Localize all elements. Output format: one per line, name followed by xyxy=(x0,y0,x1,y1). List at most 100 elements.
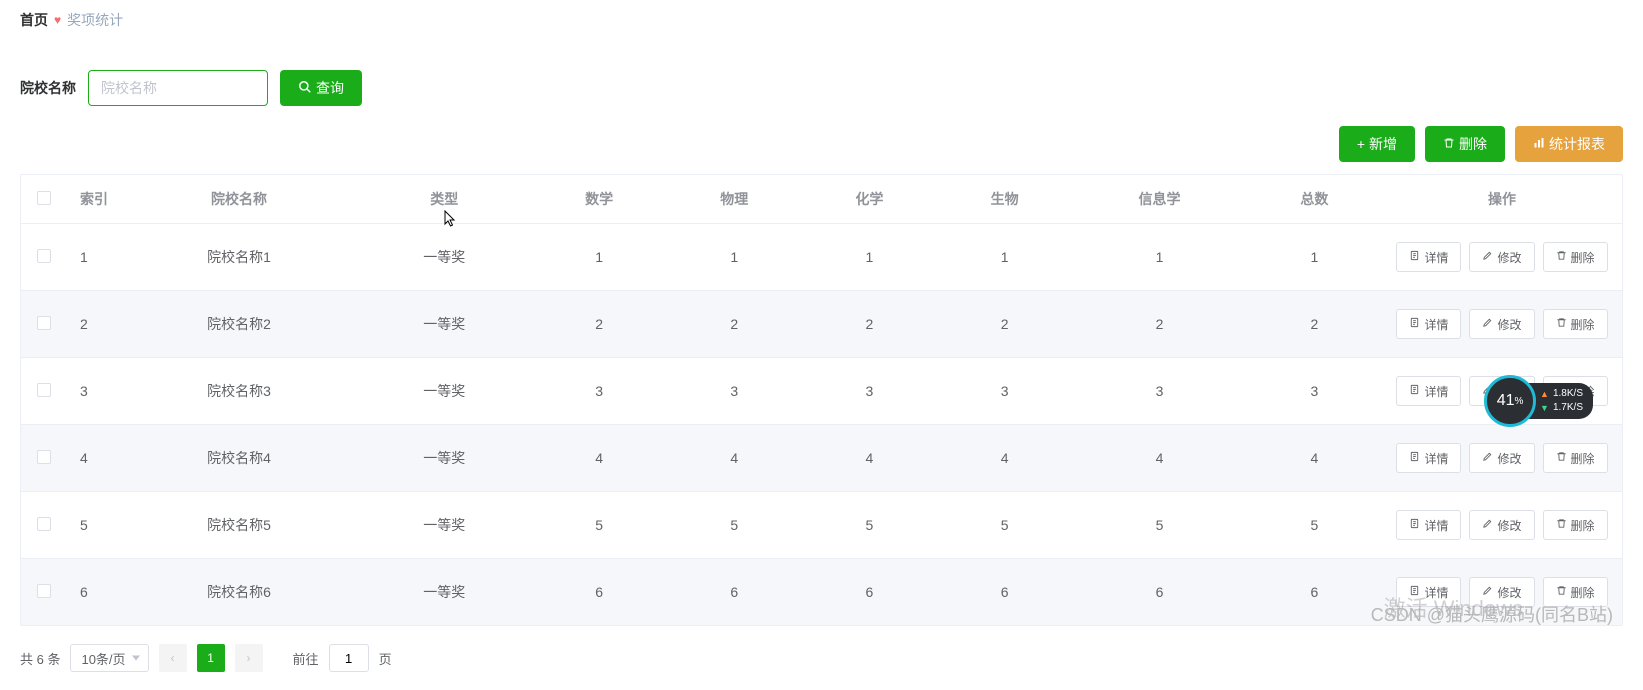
row-checkbox[interactable] xyxy=(37,316,51,330)
detail-label: 详情 xyxy=(1424,383,1448,400)
cell-index: 1 xyxy=(66,224,121,291)
cell-type: 一等奖 xyxy=(357,492,532,559)
cell-total: 2 xyxy=(1247,291,1382,358)
report-button[interactable]: 统计报表 xyxy=(1515,126,1623,162)
detail-button[interactable]: 详情 xyxy=(1396,510,1461,540)
page-jump-input[interactable] xyxy=(329,644,369,672)
edit-icon xyxy=(1482,250,1493,264)
detail-button[interactable]: 详情 xyxy=(1396,577,1461,607)
edit-icon xyxy=(1482,451,1493,465)
edit-button[interactable]: 修改 xyxy=(1469,309,1534,339)
table-row: 1院校名称1一等奖111111详情修改删除 xyxy=(21,224,1622,291)
breadcrumb: 首页 ♥ 奖项统计 xyxy=(20,0,1623,40)
delete-button[interactable]: 删除 xyxy=(1543,577,1608,607)
delete-button[interactable]: 删除 xyxy=(1543,443,1608,473)
header-type: 类型 xyxy=(357,175,532,224)
cell-informatics: 4 xyxy=(1072,425,1247,492)
edit-button[interactable]: 修改 xyxy=(1469,376,1534,406)
cell-type: 一等奖 xyxy=(357,425,532,492)
heart-icon: ♥ xyxy=(54,13,61,27)
table-row: 3院校名称3一等奖333333详情修改删除 xyxy=(21,358,1622,425)
breadcrumb-home[interactable]: 首页 xyxy=(20,10,48,30)
cell-type: 一等奖 xyxy=(357,559,532,626)
delete-label: 删除 xyxy=(1571,249,1595,266)
document-icon xyxy=(1409,518,1420,532)
cell-index: 2 xyxy=(66,291,121,358)
cell-physics: 1 xyxy=(667,224,802,291)
row-checkbox[interactable] xyxy=(37,584,51,598)
batch-delete-button[interactable]: 删除 xyxy=(1425,126,1505,162)
school-name-input[interactable] xyxy=(88,70,268,106)
search-button[interactable]: 查询 xyxy=(280,70,362,106)
cell-physics: 4 xyxy=(667,425,802,492)
row-checkbox[interactable] xyxy=(37,517,51,531)
row-checkbox[interactable] xyxy=(37,450,51,464)
cell-biology: 3 xyxy=(937,358,1072,425)
cell-informatics: 3 xyxy=(1072,358,1247,425)
delete-button[interactable]: 删除 xyxy=(1543,242,1608,272)
detail-button[interactable]: 详情 xyxy=(1396,242,1461,272)
cell-math: 3 xyxy=(532,358,667,425)
cell-school: 院校名称6 xyxy=(121,559,357,626)
report-button-label: 统计报表 xyxy=(1549,134,1605,154)
cell-index: 4 xyxy=(66,425,121,492)
add-button-label: 新增 xyxy=(1369,134,1397,154)
select-all-checkbox[interactable] xyxy=(37,191,51,205)
detail-button[interactable]: 详情 xyxy=(1396,309,1461,339)
delete-button[interactable]: 删除 xyxy=(1543,510,1608,540)
row-checkbox[interactable] xyxy=(37,383,51,397)
table-header-row: 索引 院校名称 类型 数学 物理 化学 生物 信息学 总数 操作 xyxy=(21,175,1622,224)
cell-physics: 5 xyxy=(667,492,802,559)
chart-icon xyxy=(1533,136,1545,152)
detail-label: 详情 xyxy=(1424,584,1448,601)
table-row: 4院校名称4一等奖444444详情修改删除 xyxy=(21,425,1622,492)
document-icon xyxy=(1409,384,1420,398)
cell-type: 一等奖 xyxy=(357,224,532,291)
edit-label: 修改 xyxy=(1497,316,1521,333)
cell-physics: 2 xyxy=(667,291,802,358)
edit-label: 修改 xyxy=(1497,517,1521,534)
prev-page-button[interactable]: ‹ xyxy=(159,644,187,672)
page-size-select[interactable]: 10条/页 xyxy=(70,644,148,672)
jump-suffix: 页 xyxy=(379,649,392,668)
delete-label: 删除 xyxy=(1571,584,1595,601)
search-row: 院校名称 查询 xyxy=(20,40,1623,126)
cell-physics: 6 xyxy=(667,559,802,626)
cell-chemistry: 2 xyxy=(802,291,937,358)
jump-prefix: 前往 xyxy=(293,649,319,668)
search-label: 院校名称 xyxy=(20,78,76,98)
add-button[interactable]: + 新增 xyxy=(1339,126,1415,162)
cell-total: 6 xyxy=(1247,559,1382,626)
edit-button[interactable]: 修改 xyxy=(1469,577,1534,607)
header-ops: 操作 xyxy=(1382,175,1622,224)
detail-button[interactable]: 详情 xyxy=(1396,376,1461,406)
edit-icon xyxy=(1482,384,1493,398)
cell-chemistry: 3 xyxy=(802,358,937,425)
cell-math: 2 xyxy=(532,291,667,358)
next-page-button[interactable]: › xyxy=(235,644,263,672)
cell-chemistry: 1 xyxy=(802,224,937,291)
table-row: 5院校名称5一等奖555555详情修改删除 xyxy=(21,492,1622,559)
edit-button[interactable]: 修改 xyxy=(1469,443,1534,473)
data-table: 索引 院校名称 类型 数学 物理 化学 生物 信息学 总数 操作 1院校名称1一… xyxy=(20,174,1623,626)
delete-button[interactable]: 删除 xyxy=(1543,309,1608,339)
detail-button[interactable]: 详情 xyxy=(1396,443,1461,473)
row-checkbox[interactable] xyxy=(37,249,51,263)
document-icon xyxy=(1409,317,1420,331)
cell-informatics: 6 xyxy=(1072,559,1247,626)
header-total: 总数 xyxy=(1247,175,1382,224)
page-1-button[interactable]: 1 xyxy=(197,644,225,672)
edit-label: 修改 xyxy=(1497,584,1521,601)
chevron-left-icon: ‹ xyxy=(171,651,175,665)
edit-button[interactable]: 修改 xyxy=(1469,510,1534,540)
cell-chemistry: 5 xyxy=(802,492,937,559)
delete-button[interactable]: 删除 xyxy=(1543,376,1608,406)
delete-label: 删除 xyxy=(1571,450,1595,467)
cell-informatics: 2 xyxy=(1072,291,1247,358)
table-row: 2院校名称2一等奖222222详情修改删除 xyxy=(21,291,1622,358)
edit-icon xyxy=(1482,518,1493,532)
document-icon xyxy=(1409,585,1420,599)
table-row: 6院校名称6一等奖666666详情修改删除 xyxy=(21,559,1622,626)
edit-button[interactable]: 修改 xyxy=(1469,242,1534,272)
cell-school: 院校名称4 xyxy=(121,425,357,492)
